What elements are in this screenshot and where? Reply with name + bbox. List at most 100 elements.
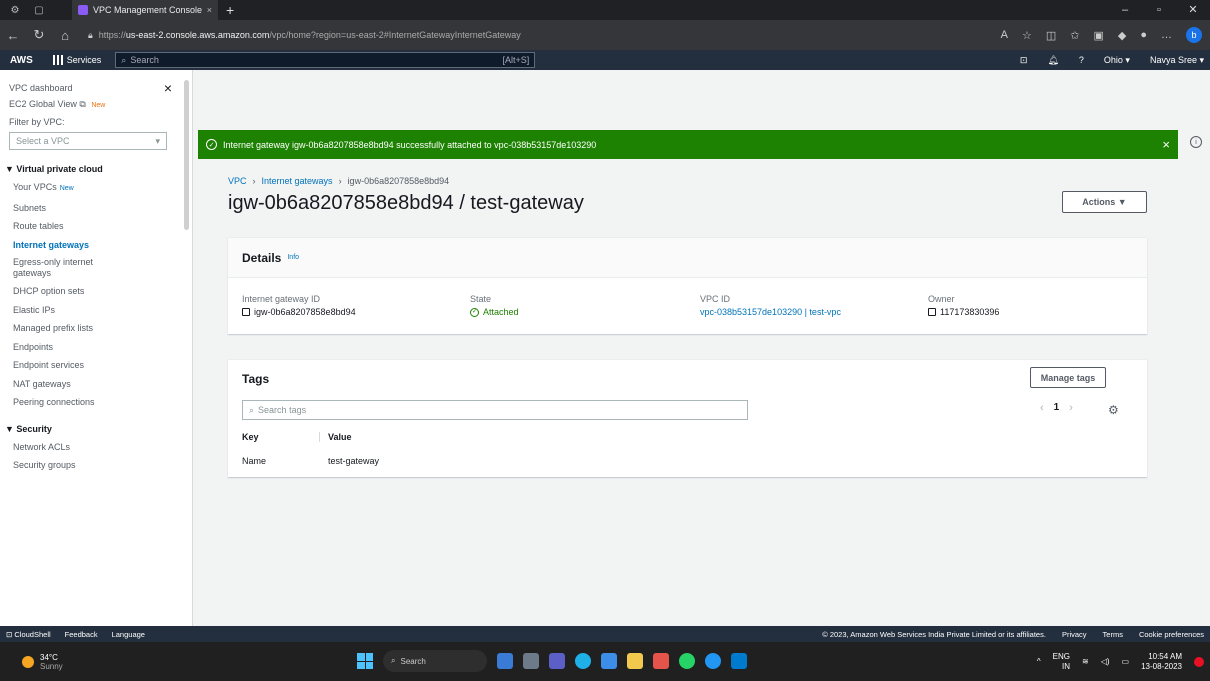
copy-icon[interactable] bbox=[928, 308, 936, 316]
close-sidebar-icon[interactable]: × bbox=[164, 80, 172, 96]
sidebar-item-vpc-dashboard[interactable]: VPC dashboard bbox=[9, 80, 73, 96]
prev-page-icon[interactable]: ‹ bbox=[1040, 402, 1044, 414]
collections-icon[interactable]: ▣ bbox=[1093, 29, 1103, 42]
sidebar-item-network-acls[interactable]: Network ACLs bbox=[9, 438, 192, 457]
tags-search-input[interactable]: ⌕ Search tags bbox=[242, 400, 748, 420]
notifications-icon[interactable]: 🔔︎ bbox=[1047, 55, 1058, 66]
sidebar-item-dhcp-option-sets[interactable]: DHCP option sets bbox=[9, 282, 192, 301]
minimize-icon[interactable]: – bbox=[1108, 0, 1142, 20]
account-menu[interactable]: Navya Sree ▾ bbox=[1150, 55, 1204, 66]
back-icon[interactable]: ← bbox=[0, 28, 26, 43]
battery-icon[interactable]: ▭ bbox=[1122, 657, 1130, 666]
sidebar-item-elastic-ips[interactable]: Elastic IPs bbox=[9, 301, 192, 320]
more-icon[interactable]: … bbox=[1161, 29, 1172, 41]
sidebar-item-endpoint-services[interactable]: Endpoint services bbox=[9, 356, 192, 375]
col-key[interactable]: Key bbox=[242, 432, 320, 442]
extensions-icon[interactable]: ◫ bbox=[1046, 29, 1056, 42]
clock[interactable]: 10:54 AM 13-08-2023 bbox=[1141, 652, 1182, 672]
tab-close-icon[interactable]: × bbox=[207, 5, 212, 15]
read-aloud-icon[interactable]: A bbox=[1001, 29, 1008, 41]
tray-overflow-icon[interactable]: ^ bbox=[1037, 657, 1041, 666]
favorites-icon[interactable]: ✩ bbox=[1070, 29, 1079, 42]
col-value[interactable]: Value bbox=[320, 432, 352, 442]
region-selector[interactable]: Ohio ▾ bbox=[1104, 55, 1130, 66]
taskbar-search[interactable]: ⌕ Search bbox=[383, 650, 487, 672]
sidebar-item-egress-only[interactable]: Egress-only internet gateways bbox=[9, 254, 99, 282]
sidebar-scrollbar[interactable] bbox=[184, 80, 189, 230]
store-app-icon[interactable] bbox=[653, 653, 669, 669]
cookie-preferences-link[interactable]: Cookie preferences bbox=[1139, 630, 1204, 639]
section-virtual-private-cloud[interactable]: ▼ Virtual private cloud bbox=[5, 164, 192, 174]
task-view-icon[interactable] bbox=[523, 653, 539, 669]
browser-menu-icon[interactable]: ⚙ bbox=[6, 0, 24, 20]
cloudshell-link[interactable]: ⊡ CloudShell bbox=[6, 630, 51, 639]
actions-button[interactable]: Actions ▼ bbox=[1062, 191, 1147, 213]
language-link[interactable]: Language bbox=[112, 630, 145, 639]
sidebar-item-internet-gateways[interactable]: Internet gateways bbox=[9, 236, 192, 255]
sidebar-item-nat-gateways[interactable]: NAT gateways bbox=[9, 375, 192, 394]
home-icon[interactable]: ⌂ bbox=[52, 28, 78, 43]
widgets-app-icon[interactable] bbox=[497, 653, 513, 669]
close-window-icon[interactable]: ✕ bbox=[1176, 0, 1210, 20]
owner-value: 117173830396 bbox=[928, 307, 999, 317]
next-page-icon[interactable]: › bbox=[1069, 402, 1073, 414]
info-panel-icon[interactable]: i bbox=[1190, 136, 1202, 148]
breadcrumb-internet-gateways[interactable]: Internet gateways bbox=[262, 176, 333, 186]
edge-browser-icon[interactable] bbox=[575, 653, 591, 669]
details-header: Details Info bbox=[228, 238, 1147, 278]
whatsapp-icon[interactable] bbox=[679, 653, 695, 669]
aws-search-input[interactable]: ⌕ Search [Alt+S] bbox=[115, 52, 536, 68]
igw-id-value: igw-0b6a8207858e8bd94 bbox=[242, 307, 356, 317]
sidebar-item-managed-prefix-lists[interactable]: Managed prefix lists bbox=[9, 319, 192, 338]
weather-desc: Sunny bbox=[40, 661, 63, 671]
breadcrumb-vpc[interactable]: VPC bbox=[228, 176, 247, 186]
maximize-icon[interactable]: ▫ bbox=[1142, 0, 1176, 20]
current-page[interactable]: 1 bbox=[1054, 402, 1060, 414]
cloudshell-icon[interactable]: ⊡ bbox=[1020, 55, 1028, 66]
tab-actions-icon[interactable]: ▢ bbox=[30, 0, 48, 20]
search-placeholder: Search bbox=[130, 55, 159, 65]
sidebar-item-endpoints[interactable]: Endpoints bbox=[9, 338, 192, 357]
windows-taskbar: 34°C Sunny ⌕ Search ^ ENG IN ≋ ◁) ▭ 10:5… bbox=[0, 642, 1210, 681]
sidebar-item-route-tables[interactable]: Route tables bbox=[9, 217, 192, 236]
vpc-filter-select[interactable]: Select a VPC ▾ bbox=[9, 132, 167, 150]
file-explorer-icon[interactable] bbox=[627, 653, 643, 669]
shield-icon[interactable]: ◆ bbox=[1118, 29, 1126, 42]
url-field[interactable]: 🔒︎ https:// us-east-2.console.aws.amazon… bbox=[88, 24, 848, 46]
refresh-icon[interactable]: ↻ bbox=[26, 27, 52, 43]
browser-tab[interactable]: VPC Management Console × bbox=[72, 0, 218, 20]
aws-logo[interactable]: AWS bbox=[10, 55, 33, 66]
help-icon[interactable]: ? bbox=[1079, 55, 1084, 65]
favorite-star-icon[interactable]: ☆ bbox=[1022, 29, 1032, 42]
new-tab-icon[interactable]: + bbox=[226, 2, 234, 18]
manage-tags-button[interactable]: Manage tags bbox=[1030, 367, 1106, 388]
chat-app-icon[interactable] bbox=[549, 653, 565, 669]
privacy-link[interactable]: Privacy bbox=[1062, 630, 1087, 639]
vscode-icon[interactable] bbox=[731, 653, 747, 669]
sidebar-item-peering-connections[interactable]: Peering connections bbox=[9, 393, 192, 412]
feedback-link[interactable]: Feedback bbox=[65, 630, 98, 639]
windows-start-icon[interactable] bbox=[357, 653, 373, 669]
copy-icon[interactable] bbox=[242, 308, 250, 316]
terms-link[interactable]: Terms bbox=[1103, 630, 1123, 639]
wifi-icon[interactable]: ≋ bbox=[1082, 657, 1089, 666]
language-indicator[interactable]: ENG IN bbox=[1053, 652, 1070, 672]
weather-widget[interactable]: 34°C Sunny bbox=[22, 653, 63, 671]
volume-icon[interactable]: ◁) bbox=[1101, 657, 1110, 666]
services-menu[interactable]: Services bbox=[52, 55, 101, 65]
sidebar-item-security-groups[interactable]: Security groups bbox=[9, 456, 192, 475]
vpc-id-link[interactable]: vpc-038b53157de103290 | test-vpc bbox=[700, 307, 841, 317]
mail-app-icon[interactable] bbox=[601, 653, 617, 669]
sidebar-item-subnets[interactable]: Subnets bbox=[9, 199, 192, 218]
dismiss-flash-icon[interactable]: × bbox=[1162, 137, 1170, 152]
section-security[interactable]: ▼ Security bbox=[5, 424, 192, 434]
sidebar-item-your-vpcs[interactable]: Your VPCs New bbox=[9, 178, 192, 199]
tab-favicon-icon bbox=[78, 5, 88, 15]
notification-icon[interactable] bbox=[1194, 656, 1204, 667]
profile-avatar[interactable]: ● bbox=[1140, 29, 1147, 41]
gear-icon[interactable]: ⚙ bbox=[1108, 403, 1119, 417]
details-info-link[interactable]: Info bbox=[287, 254, 299, 261]
sidebar-item-ec2-global-view[interactable]: EC2 Global View ⧉ New bbox=[9, 96, 192, 114]
bing-icon[interactable]: b bbox=[1186, 27, 1202, 43]
telegram-icon[interactable] bbox=[705, 653, 721, 669]
